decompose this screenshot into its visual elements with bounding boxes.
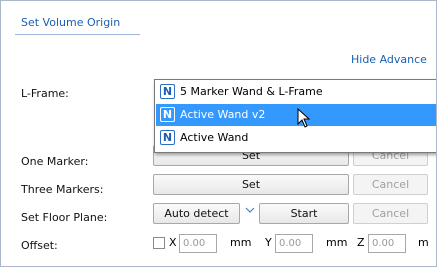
n-logo-icon: N bbox=[160, 130, 175, 145]
option-label: Active Wand bbox=[180, 131, 249, 144]
three-markers-cancel-button[interactable]: Cancel bbox=[353, 174, 428, 195]
mouse-pointer-icon bbox=[297, 108, 311, 128]
offset-z-label: Z bbox=[357, 236, 365, 249]
lframe-dropdown-list[interactable]: N 5 Marker Wand & L-Frame N Active Wand … bbox=[154, 79, 436, 153]
offset-z-unit: m bbox=[418, 236, 429, 249]
n-logo-icon: N bbox=[160, 107, 175, 122]
offset-y-label: Y bbox=[265, 236, 272, 249]
option-label: Active Wand v2 bbox=[180, 108, 266, 121]
lframe-option-active-wand[interactable]: N Active Wand bbox=[156, 127, 436, 149]
floor-plane-label: Set Floor Plane: bbox=[21, 211, 108, 224]
offset-x-input[interactable]: 0.00 bbox=[179, 234, 217, 253]
offset-y-unit: mm bbox=[326, 236, 348, 249]
one-marker-label: One Marker: bbox=[21, 155, 89, 168]
three-markers-label: Three Markers: bbox=[21, 183, 104, 196]
offset-x-unit: mm bbox=[230, 236, 252, 249]
n-logo-icon: N bbox=[160, 84, 175, 99]
lframe-label: L-Frame: bbox=[21, 87, 69, 100]
offset-y-input[interactable]: 0.00 bbox=[275, 234, 313, 253]
volume-origin-panel: Set Volume Origin Hide Advance L-Frame: … bbox=[0, 0, 437, 267]
floor-plane-start-button[interactable]: Start bbox=[259, 203, 349, 224]
floor-plane-cancel-button[interactable]: Cancel bbox=[353, 203, 428, 224]
option-label: 5 Marker Wand & L-Frame bbox=[180, 85, 323, 98]
hide-advanced-link[interactable]: Hide Advance bbox=[351, 53, 427, 66]
offset-label: Offset: bbox=[21, 239, 58, 252]
three-markers-set-button[interactable]: Set bbox=[153, 174, 349, 195]
lframe-option-5-marker-wand[interactable]: N 5 Marker Wand & L-Frame bbox=[156, 81, 436, 103]
offset-z-input[interactable]: 0.00 bbox=[368, 234, 406, 253]
offset-x-label: X bbox=[169, 236, 177, 249]
offset-checkbox[interactable] bbox=[153, 237, 165, 249]
auto-detect-button[interactable]: Auto detect bbox=[153, 203, 240, 224]
auto-detect-dropdown-chevron-icon[interactable] bbox=[245, 205, 255, 215]
section-title: Set Volume Origin bbox=[21, 16, 121, 29]
section-divider bbox=[15, 34, 140, 35]
